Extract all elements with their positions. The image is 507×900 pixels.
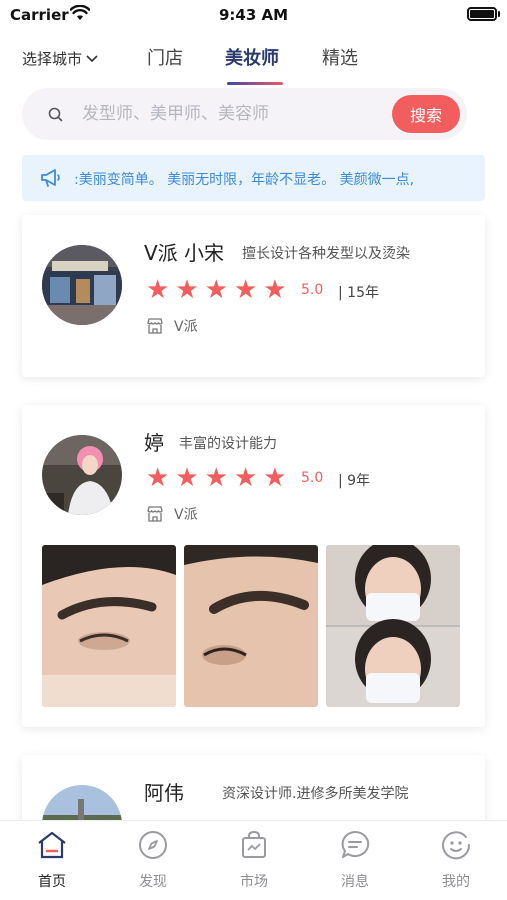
tab-discover[interactable]: 发现 (113, 829, 193, 891)
shop-name: V派 (174, 319, 198, 335)
top-nav: 选择城市 门店 美妆师 精选 (0, 38, 507, 88)
star-icon: ★ (146, 275, 170, 305)
star-icon: ★ (233, 463, 258, 493)
stylist-card[interactable]: 婷 丰富的设计能力 ★ ★ ★ ★ ★ 5.0 | 9年 V派 (22, 405, 485, 727)
star-icon: ★ (233, 275, 258, 305)
search-bar: 搜索 (22, 88, 467, 140)
tab-stylists[interactable]: 美妆师 (225, 44, 279, 70)
profile-face-icon (442, 831, 471, 860)
work-photo[interactable] (326, 545, 460, 707)
star-icon: ★ (175, 463, 199, 493)
stylist-description: 丰富的设计能力 (179, 436, 277, 452)
tab-messages-label: 消息 (341, 874, 369, 890)
star-icon: ★ (175, 275, 199, 305)
status-bar: Carrier 9:43 AM (0, 0, 507, 34)
bottom-tab-bar: 首页 发现 市场 消息 我的 (0, 820, 507, 900)
tab-profile[interactable]: 我的 (416, 829, 496, 891)
battery-icon (467, 7, 497, 21)
tab-discover-label: 发现 (139, 874, 167, 890)
stylist-description: 擅长设计各种发型以及烫染 (242, 246, 410, 262)
rating-stars: ★ ★ ★ ★ ★ (146, 277, 287, 303)
rating-stars: ★ ★ ★ ★ ★ (146, 465, 287, 491)
stylist-name: 阿伟 (144, 781, 184, 805)
stylist-name: V派 小宋 (144, 241, 225, 265)
star-icon: ★ (204, 275, 228, 305)
star-icon: ★ (263, 275, 287, 305)
tab-featured[interactable]: 精选 (322, 44, 358, 70)
tab-market-label: 市场 (240, 874, 268, 890)
experience-years: | 9年 (338, 473, 371, 489)
chevron-down-icon (86, 54, 98, 62)
tab-messages[interactable]: 消息 (315, 829, 395, 891)
store-icon (147, 506, 163, 522)
avatar (42, 435, 122, 515)
compass-icon (139, 831, 167, 859)
star-icon: ★ (263, 463, 287, 493)
active-tab-indicator (227, 82, 283, 85)
star-icon: ★ (204, 463, 228, 493)
shop-name: V派 (174, 507, 198, 523)
tab-home[interactable]: 首页 (12, 829, 92, 891)
star-icon: ★ (146, 463, 170, 493)
shop-info[interactable]: V派 (146, 504, 198, 524)
rating-score: 5.0 (301, 282, 324, 298)
search-button[interactable]: 搜索 (392, 95, 460, 133)
stylist-card[interactable]: V派 小宋 擅长设计各种发型以及烫染 ★ ★ ★ ★ ★ 5.0 | 15年 V… (22, 215, 485, 377)
search-icon (48, 107, 63, 122)
tab-stores[interactable]: 门店 (147, 44, 183, 70)
work-photo[interactable] (42, 545, 176, 707)
megaphone-icon (41, 169, 60, 187)
announcement-bar[interactable]: :美丽变简单。 美丽无时限，年龄不显老。 美颜微一点, (22, 155, 485, 201)
announcement-text: :美丽变简单。 美丽无时限，年龄不显老。 美颜微一点, (74, 172, 415, 188)
avatar (42, 245, 122, 325)
tab-profile-label: 我的 (442, 874, 470, 890)
market-bag-icon (242, 830, 266, 858)
stylist-description: 资深设计师.进修多所美发学院 (222, 786, 409, 802)
city-selector[interactable]: 选择城市 (22, 48, 98, 69)
work-photos (42, 545, 460, 707)
experience-years: | 15年 (338, 285, 379, 301)
rating-score: 5.0 (301, 470, 324, 486)
shop-info[interactable]: V派 (146, 316, 198, 336)
stylist-name: 婷 (144, 431, 164, 455)
search-input[interactable] (82, 88, 382, 140)
city-selector-label: 选择城市 (22, 50, 83, 68)
store-icon (147, 318, 163, 334)
home-icon (38, 831, 66, 859)
tab-home-label: 首页 (38, 874, 66, 890)
message-icon (341, 830, 370, 858)
work-photo[interactable] (184, 545, 318, 707)
tab-market[interactable]: 市场 (214, 829, 294, 891)
clock: 9:43 AM (218, 6, 289, 24)
